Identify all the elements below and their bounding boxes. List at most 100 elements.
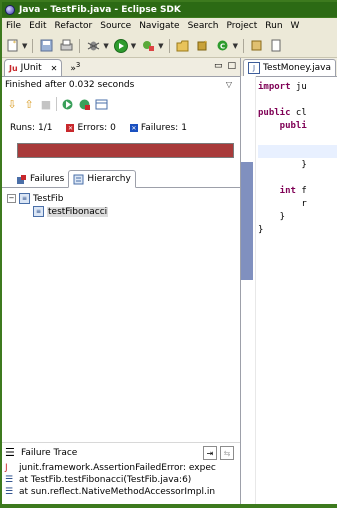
stack-frame-icon: ☰: [5, 487, 14, 497]
menu-run[interactable]: Run: [261, 21, 286, 31]
runs-counter: Runs: 1/1: [10, 123, 52, 133]
close-icon[interactable]: ✕: [51, 64, 58, 73]
trace-row[interactable]: ☰ at TestFib.testFibonacci(TestFib.java:…: [2, 474, 240, 486]
run-status-text: Finished after 0.032 seconds: [5, 80, 135, 90]
errors-value: 0: [110, 123, 116, 133]
search-icon[interactable]: [269, 38, 285, 54]
toolbar-separator: [56, 97, 57, 111]
code-line: }: [258, 210, 337, 223]
new-class-icon[interactable]: C: [215, 38, 231, 54]
minimize-icon[interactable]: ▭: [214, 61, 223, 71]
code-line: publi: [258, 119, 337, 132]
toolbar-separator: [168, 38, 170, 53]
new-class-dropdown-arrow[interactable]: ▼: [233, 42, 238, 50]
code-text: }: [258, 211, 286, 222]
filter-trace-icon[interactable]: ⇥: [203, 446, 217, 460]
test-tree: − ≡ TestFib ≡ testFibonacci: [2, 188, 240, 218]
tab-failures[interactable]: Failures: [12, 171, 68, 187]
code-text: }: [258, 159, 307, 170]
next-failure-icon[interactable]: ⇩: [5, 97, 19, 111]
history-icon[interactable]: [94, 97, 108, 111]
overview-ruler-marker: [241, 162, 253, 280]
exception-icon: J: [5, 463, 8, 473]
tab-hierarchy[interactable]: Hierarchy: [68, 170, 136, 188]
rerun-failures-icon[interactable]: [77, 97, 91, 111]
debug-icon[interactable]: [85, 38, 101, 54]
new-icon[interactable]: *: [4, 38, 20, 54]
menu-file[interactable]: File: [2, 21, 25, 31]
code-keyword: import: [258, 81, 291, 92]
code-text: r: [258, 198, 307, 209]
hierarchy-tab-icon: [73, 174, 84, 185]
test-case-icon: ≡: [33, 206, 44, 217]
menu-bar: File Edit Refactor Source Navigate Searc…: [2, 18, 337, 34]
open-type-icon[interactable]: [249, 38, 265, 54]
menu-refactor[interactable]: Refactor: [51, 21, 97, 31]
stop-icon[interactable]: ■: [39, 97, 53, 111]
print-icon[interactable]: [58, 38, 74, 54]
previous-failure-icon[interactable]: ⇧: [22, 97, 36, 111]
code-line: }: [258, 223, 337, 236]
editor-tab-label: TestMoney.java: [263, 63, 331, 73]
new-java-project-icon[interactable]: [175, 38, 191, 54]
trace-row[interactable]: ☰ at sun.reflect.NativeMethodAccessorImp…: [2, 486, 240, 498]
code-line: [258, 145, 337, 158]
junit-toolbar: ⇩ ⇧ ■: [2, 93, 240, 115]
external-tools-dropdown-arrow[interactable]: ▼: [158, 42, 163, 50]
menu-edit[interactable]: Edit: [25, 21, 50, 31]
svg-text:*: *: [13, 40, 16, 47]
junit-icon: Ju: [9, 63, 18, 73]
maximize-icon[interactable]: □: [227, 61, 236, 71]
menu-search[interactable]: Search: [184, 21, 223, 31]
title-bar[interactable]: Java - TestFib.java - Eclipse SDK: [2, 2, 337, 17]
menu-window[interactable]: W: [287, 21, 304, 31]
failures-label: Failures:: [140, 123, 179, 133]
code-line: int f: [258, 184, 337, 197]
failure-trace-label: Failure Trace: [21, 447, 78, 458]
tree-node-suite[interactable]: − ≡ TestFib: [7, 192, 240, 205]
debug-dropdown-arrow[interactable]: ▼: [103, 42, 108, 50]
code-line: r: [258, 197, 337, 210]
collapse-icon[interactable]: −: [7, 194, 16, 203]
failure-icon: ✕: [129, 124, 138, 132]
java-file-icon: J: [248, 62, 260, 74]
failure-trace-header: ☰ Failure Trace ⇥ ⇆: [2, 442, 240, 462]
save-icon[interactable]: [38, 38, 54, 54]
menu-navigate[interactable]: Navigate: [135, 21, 183, 31]
trace-text: at TestFib.testFibonacci(TestFib.java:6): [19, 475, 192, 485]
more-views-button[interactable]: »3: [70, 61, 80, 74]
rerun-icon[interactable]: [60, 97, 74, 111]
menu-project[interactable]: Project: [222, 21, 261, 31]
hierarchy-tab-label: Hierarchy: [87, 174, 131, 184]
trace-text: at sun.reflect.NativeMethodAccessorImpl.…: [19, 487, 216, 497]
test-progress-bar: [17, 143, 234, 158]
new-package-icon[interactable]: *: [195, 38, 211, 54]
trace-controls: ⇥ ⇆: [203, 446, 234, 460]
tab-junit[interactable]: Ju JUnit ✕: [4, 59, 63, 76]
test-counters: Runs: 1/1 ✕ Errors: 0 ✕ Failures: 1: [2, 115, 240, 141]
view-menu-icon[interactable]: ▽: [226, 80, 232, 89]
runs-label: Runs:: [10, 123, 35, 133]
eclipse-window: Java - TestFib.java - Eclipse SDK File E…: [0, 0, 337, 508]
menu-source[interactable]: Source: [96, 21, 135, 31]
external-tools-icon[interactable]: [140, 38, 156, 54]
stack-frame-icon: ☰: [5, 475, 14, 485]
failures-value: 1: [181, 123, 187, 133]
code-line: public cl: [258, 106, 337, 119]
new-dropdown-arrow[interactable]: ▼: [22, 42, 27, 50]
view-controls: ▭ □: [214, 61, 236, 71]
failure-trace-list: J junit.framework.AssertionFailedError: …: [2, 462, 240, 504]
compare-icon[interactable]: ⇆: [220, 446, 234, 460]
trace-row[interactable]: J junit.framework.AssertionFailedError: …: [2, 462, 240, 474]
junit-view: Ju JUnit ✕ »3 ▭ □ Finished after 0.032 s…: [2, 58, 241, 504]
tree-node-test[interactable]: ≡ testFibonacci: [7, 205, 240, 218]
main-toolbar: * ▼ ▼ ▼ ▼ * C ▼: [2, 34, 337, 58]
run-icon[interactable]: [113, 38, 129, 54]
code-text: f: [295, 185, 307, 196]
tab-testmoney-java[interactable]: J TestMoney.java: [243, 59, 336, 76]
code-area[interactable]: import ju public cl publi } int f r }}: [258, 80, 337, 236]
trace-text: junit.framework.AssertionFailedError: ex…: [19, 463, 216, 473]
run-dropdown-arrow[interactable]: ▼: [131, 42, 136, 50]
